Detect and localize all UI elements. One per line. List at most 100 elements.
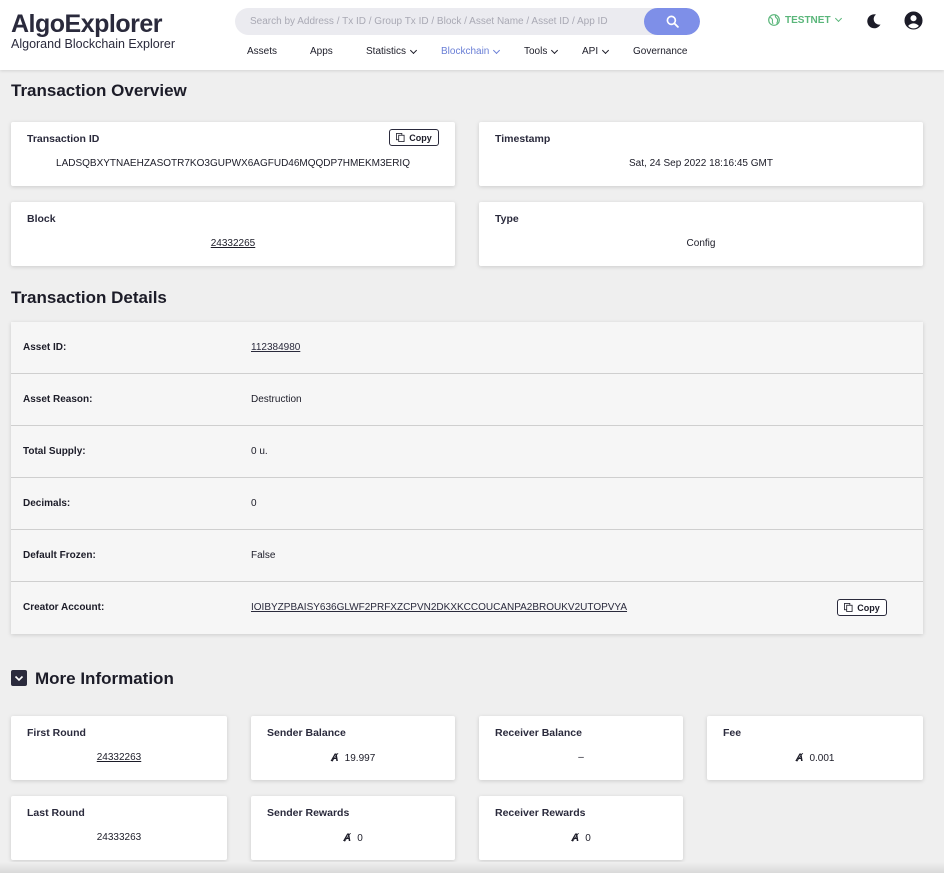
- nav-assets[interactable]: Assets: [247, 46, 277, 57]
- user-account-icon[interactable]: [904, 11, 923, 30]
- fee-value: Ⱥ 0.001: [707, 752, 923, 764]
- copy-label: Copy: [409, 132, 432, 143]
- search-icon: [666, 15, 679, 28]
- nav-assets-label: Assets: [247, 46, 278, 57]
- nav-tools-label: Tools: [524, 46, 548, 57]
- chevron-down-icon: [14, 675, 24, 682]
- algo-icon: Ⱥ: [330, 752, 339, 764]
- timestamp-card: Timestamp Sat, 24 Sep 2022 18:16:45 GMT: [479, 122, 923, 186]
- type-label: Type: [495, 213, 519, 225]
- table-row: Total Supply: 0 u.: [11, 426, 923, 478]
- network-selector[interactable]: TESTNET: [768, 14, 842, 26]
- chevron-down-icon: [409, 46, 418, 54]
- first-round-link[interactable]: 24332263: [11, 752, 227, 763]
- last-round-value: 24333263: [96, 832, 142, 843]
- decimals-label: Decimals:: [23, 498, 71, 509]
- fee-card: Fee Ⱥ 0.001: [707, 716, 923, 780]
- type-card: Type Config: [479, 202, 923, 266]
- copy-icon: [844, 603, 853, 612]
- type-value: Config: [686, 238, 716, 249]
- table-row: Asset Reason: Destruction: [11, 374, 923, 426]
- default-frozen-value: False: [251, 550, 276, 561]
- copy-icon: [396, 133, 405, 142]
- nav-governance[interactable]: Governance: [633, 46, 687, 57]
- details-title: Transaction Details: [11, 288, 167, 307]
- copy-creator-account-button[interactable]: Copy: [837, 599, 887, 616]
- fee-amount: 0.001: [809, 753, 835, 764]
- table-row: Asset ID: 112384980: [11, 322, 923, 374]
- overview-title: Transaction Overview: [11, 81, 187, 100]
- first-round-card: First Round 24332263: [11, 716, 227, 780]
- asset-id-link[interactable]: 112384980: [251, 342, 300, 353]
- search-button[interactable]: [644, 8, 700, 35]
- nav-tools[interactable]: Tools: [524, 46, 559, 57]
- table-row: Default Frozen: False: [11, 530, 923, 582]
- details-table: Asset ID: 112384980 Asset Reason: Destru…: [11, 322, 923, 634]
- nav-statistics-label: Statistics: [366, 46, 407, 57]
- default-frozen-label: Default Frozen:: [23, 550, 96, 561]
- receiver-balance-card: Receiver Balance –: [479, 716, 683, 780]
- copy-transaction-id-button[interactable]: Copy: [389, 129, 439, 146]
- transaction-id-label: Transaction ID: [27, 133, 100, 145]
- nav-api-label: API: [582, 46, 599, 57]
- total-supply-value: 0 u.: [251, 446, 268, 457]
- timestamp-value: Sat, 24 Sep 2022 18:16:45 GMT: [629, 158, 773, 169]
- sender-rewards-card: Sender Rewards Ⱥ0: [251, 796, 455, 860]
- nav-blockchain[interactable]: Blockchain: [441, 46, 501, 57]
- sender-rewards-value: Ⱥ0: [251, 832, 455, 844]
- sender-balance-card: Sender Balance Ⱥ 19.997: [251, 716, 455, 780]
- chevron-down-icon: [551, 46, 559, 54]
- chevron-down-icon: [602, 46, 610, 54]
- total-supply-label: Total Supply:: [23, 446, 86, 457]
- timestamp-label: Timestamp: [495, 133, 551, 145]
- decimals-value: 0: [251, 498, 257, 509]
- nav-apps[interactable]: Apps: [310, 46, 333, 57]
- creator-account-link[interactable]: IOIBYZPBAISY636GLWF2PRFXZCPVN2DKXKCCOUCA…: [251, 602, 627, 613]
- nav-blockchain-label: Blockchain: [441, 46, 490, 57]
- table-row: Creator Account: IOIBYZPBAISY636GLWF2PRF…: [11, 582, 923, 634]
- sender-balance-label: Sender Balance: [267, 727, 346, 739]
- logo[interactable]: AlgoExplorer Algorand Blockchain Explore…: [11, 10, 175, 52]
- page-bottom-shade: [0, 862, 944, 873]
- block-link[interactable]: 24332265: [11, 238, 455, 249]
- logo-title: AlgoExplorer: [11, 10, 162, 38]
- nav-api[interactable]: API: [582, 46, 610, 57]
- receiver-rewards-card: Receiver Rewards Ⱥ0: [479, 796, 683, 860]
- network-label: TESTNET: [785, 14, 831, 26]
- block-card: Block 24332265: [11, 202, 455, 266]
- first-round-label: First Round: [27, 727, 86, 739]
- receiver-rewards-label: Receiver Rewards: [495, 807, 586, 819]
- last-round-card: Last Round 24333263: [11, 796, 227, 860]
- nav-statistics[interactable]: Statistics: [366, 46, 418, 57]
- chevron-down-icon: [834, 14, 842, 23]
- creator-account-label: Creator Account:: [23, 602, 105, 613]
- transaction-id-value: LADSQBXYTNAEHZASOTR7KO3GUPWX6AGFUD46MQQD…: [56, 158, 410, 169]
- receiver-balance-label: Receiver Balance: [495, 727, 582, 739]
- more-information-toggle[interactable]: [11, 670, 27, 686]
- sender-balance-value: Ⱥ 19.997: [251, 752, 455, 764]
- fee-label: Fee: [723, 727, 742, 739]
- top-header: AlgoExplorer Algorand Blockchain Explore…: [0, 0, 944, 70]
- sender-balance-amount: 19.997: [344, 753, 376, 764]
- receiver-balance-value: –: [578, 752, 584, 763]
- transaction-id-card: Transaction ID Copy LADSQBXYTNAEHZASOTR7…: [11, 122, 455, 186]
- asset-id-label: Asset ID:: [23, 342, 67, 353]
- algo-icon: Ⱥ: [795, 752, 804, 764]
- nav-governance-label: Governance: [633, 46, 688, 57]
- chevron-down-icon: [493, 46, 501, 54]
- receiver-rewards-value: Ⱥ0: [479, 832, 683, 844]
- main-nav: Assets Apps Statistics Blockchain Tools …: [0, 46, 944, 60]
- algo-icon: Ⱥ: [343, 832, 352, 844]
- nav-apps-label: Apps: [310, 46, 333, 57]
- receiver-rewards-amount: 0: [585, 833, 591, 844]
- search-bar: [235, 8, 700, 35]
- algo-icon: Ⱥ: [571, 832, 580, 844]
- moon-icon[interactable]: [865, 12, 883, 30]
- asset-reason-value: Destruction: [251, 394, 302, 405]
- table-row: Decimals: 0: [11, 478, 923, 530]
- sender-rewards-amount: 0: [357, 833, 363, 844]
- more-information-title: More Information: [35, 669, 174, 688]
- last-round-label: Last Round: [27, 807, 85, 819]
- sender-rewards-label: Sender Rewards: [267, 807, 350, 819]
- search-input[interactable]: [235, 8, 640, 35]
